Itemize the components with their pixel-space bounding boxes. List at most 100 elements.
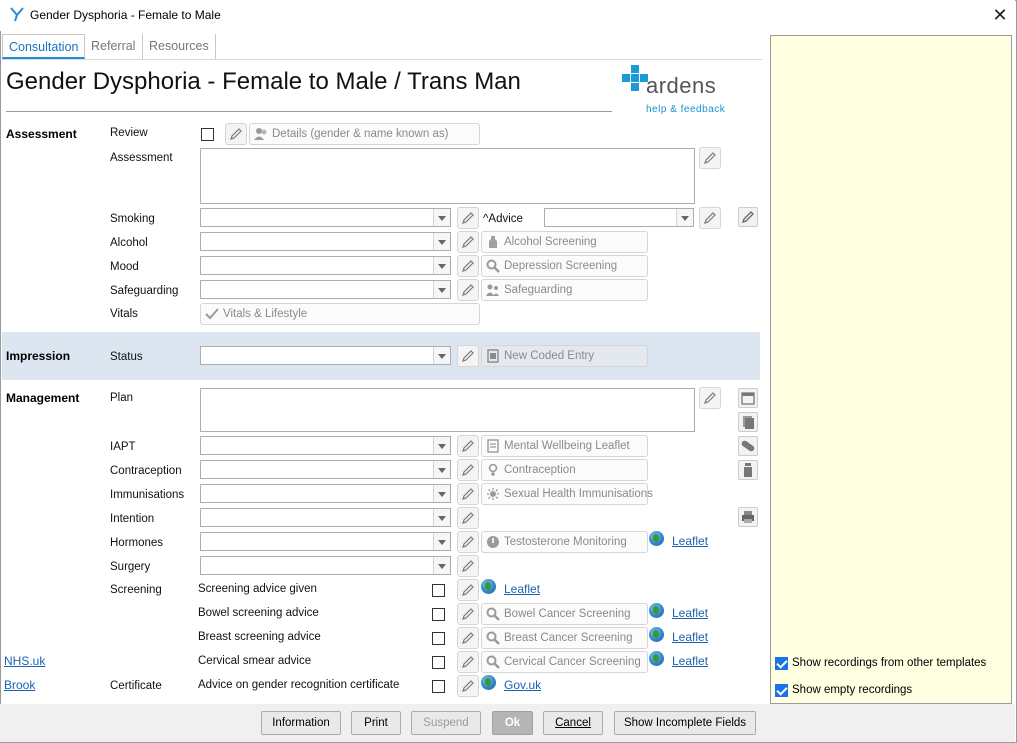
vitals-lifestyle-chip[interactable]: Vitals & Lifestyle: [200, 303, 480, 325]
review-edit-button[interactable]: [225, 123, 247, 145]
tab-referral[interactable]: Referral: [85, 34, 143, 59]
chevron-down-icon: [433, 533, 450, 550]
breast-leaflet-link[interactable]: Leaflet: [672, 630, 708, 644]
iapt-select[interactable]: [200, 436, 451, 455]
advice-select[interactable]: [544, 208, 694, 227]
gov-uk-link[interactable]: Gov.uk: [504, 678, 541, 692]
documents-icon[interactable]: [738, 412, 758, 432]
assessment-edit-button[interactable]: [699, 147, 721, 169]
surgery-select[interactable]: [200, 556, 451, 575]
pencil-icon: [462, 632, 474, 644]
printer-icon[interactable]: [738, 507, 758, 527]
nhs-link[interactable]: NHS.uk: [4, 654, 45, 668]
review-details-chip[interactable]: Details (gender & name known as): [249, 123, 480, 145]
print-button[interactable]: Print: [351, 711, 401, 735]
window-title: Gender Dysphoria - Female to Male: [30, 8, 221, 22]
cervical-cancer-screening-chip[interactable]: Cervical Cancer Screening: [481, 651, 648, 673]
pencil-icon: [462, 680, 474, 692]
suspend-button[interactable]: Suspend: [411, 711, 481, 735]
globe-icon: [649, 603, 664, 618]
pencil-icon: [462, 560, 474, 572]
screening-label: Screening: [110, 584, 162, 596]
safeguarding-chip[interactable]: Safeguarding: [481, 279, 648, 301]
gender-recognition-checkbox[interactable]: [432, 680, 445, 693]
alcohol-label: Alcohol: [110, 237, 148, 249]
pen-check-icon[interactable]: [738, 207, 758, 227]
assessment-textarea[interactable]: [200, 148, 695, 204]
hormones-select[interactable]: [200, 532, 451, 551]
show-empty-recordings-checkbox[interactable]: [775, 684, 788, 697]
globe-icon: [649, 531, 664, 546]
pencil-icon: [462, 236, 474, 248]
cancel-button[interactable]: Cancel: [543, 711, 603, 735]
cervical-smear-edit-button[interactable]: [457, 651, 479, 673]
medicine-bottle-icon[interactable]: [738, 460, 758, 480]
show-incomplete-fields-button[interactable]: Show Incomplete Fields: [614, 711, 756, 735]
immunisations-edit-button[interactable]: [457, 483, 479, 505]
notes-panel[interactable]: [770, 35, 1012, 704]
breast-screening-edit-button[interactable]: [457, 627, 479, 649]
ok-button[interactable]: Ok: [492, 711, 533, 735]
plan-textarea[interactable]: [200, 388, 695, 432]
bowel-screening-edit-button[interactable]: [457, 603, 479, 625]
hormones-edit-button[interactable]: [457, 531, 479, 553]
safeguarding-text: Safeguarding: [504, 284, 573, 296]
breast-screening-checkbox[interactable]: [432, 632, 445, 645]
chevron-down-icon: [433, 347, 450, 364]
calendar-icon[interactable]: [738, 388, 758, 408]
chevron-down-icon: [676, 209, 693, 226]
breast-cancer-screening-chip[interactable]: Breast Cancer Screening: [481, 627, 648, 649]
cervical-leaflet-link[interactable]: Leaflet: [672, 654, 708, 668]
smoking-edit-button[interactable]: [457, 207, 479, 229]
magnifier-icon: [486, 655, 500, 669]
information-button[interactable]: Information: [261, 711, 341, 735]
testosterone-monitoring-chip[interactable]: Testosterone Monitoring: [481, 531, 648, 553]
tab-consultation[interactable]: Consultation: [2, 34, 85, 59]
plan-label: Plan: [110, 392, 134, 404]
surgery-edit-button[interactable]: [457, 555, 479, 577]
surgery-label: Surgery: [110, 561, 151, 573]
brook-link[interactable]: Brook: [4, 678, 35, 692]
immunisations-select[interactable]: [200, 484, 451, 503]
mood-select[interactable]: [200, 256, 451, 275]
document-icon: [487, 349, 499, 363]
depression-screening-chip[interactable]: Depression Screening: [481, 255, 648, 277]
screening-advice-edit-button[interactable]: [457, 579, 479, 601]
screening-leaflet-link[interactable]: Leaflet: [504, 582, 540, 596]
pill-icon[interactable]: [738, 436, 758, 456]
sexual-health-immunisations-chip[interactable]: Sexual Health Immunisations: [481, 483, 653, 505]
bowel-cancer-screening-chip[interactable]: Bowel Cancer Screening: [481, 603, 648, 625]
safeguarding-select[interactable]: [200, 280, 451, 299]
intention-edit-button[interactable]: [457, 507, 479, 529]
iapt-edit-button[interactable]: [457, 435, 479, 457]
screening-advice-checkbox[interactable]: [432, 584, 445, 597]
bowel-leaflet-link[interactable]: Leaflet: [672, 606, 708, 620]
close-icon[interactable]: ✕: [985, 0, 1015, 30]
cervical-smear-checkbox[interactable]: [432, 656, 445, 669]
show-other-templates-checkbox[interactable]: [775, 657, 788, 670]
bowel-screening-checkbox[interactable]: [432, 608, 445, 621]
new-coded-entry-chip[interactable]: New Coded Entry: [481, 345, 648, 367]
tab-resources[interactable]: Resources: [143, 34, 216, 59]
mood-edit-button[interactable]: [457, 255, 479, 277]
smoking-select[interactable]: [200, 208, 451, 227]
alcohol-select[interactable]: [200, 232, 451, 251]
intention-select[interactable]: [200, 508, 451, 527]
assessment-label: Assessment: [110, 152, 173, 164]
ardens-logo[interactable]: ardens help & feedback: [620, 63, 730, 118]
bottle-icon: [489, 236, 497, 248]
plan-edit-button[interactable]: [699, 387, 721, 409]
hormones-leaflet-link[interactable]: Leaflet: [672, 534, 708, 548]
contraception-edit-button[interactable]: [457, 459, 479, 481]
gender-recognition-edit-button[interactable]: [457, 675, 479, 697]
contraception-chip[interactable]: Contraception: [481, 459, 648, 481]
contraception-select[interactable]: [200, 460, 451, 479]
alcohol-screening-chip[interactable]: Alcohol Screening: [481, 231, 648, 253]
advice-edit-button[interactable]: [699, 207, 721, 229]
alcohol-edit-button[interactable]: [457, 231, 479, 253]
safeguarding-edit-button[interactable]: [457, 279, 479, 301]
review-checkbox[interactable]: [201, 128, 214, 141]
status-select[interactable]: [200, 346, 451, 365]
mental-wellbeing-leaflet-chip[interactable]: Mental Wellbeing Leaflet: [481, 435, 648, 457]
status-edit-button[interactable]: [457, 345, 479, 367]
